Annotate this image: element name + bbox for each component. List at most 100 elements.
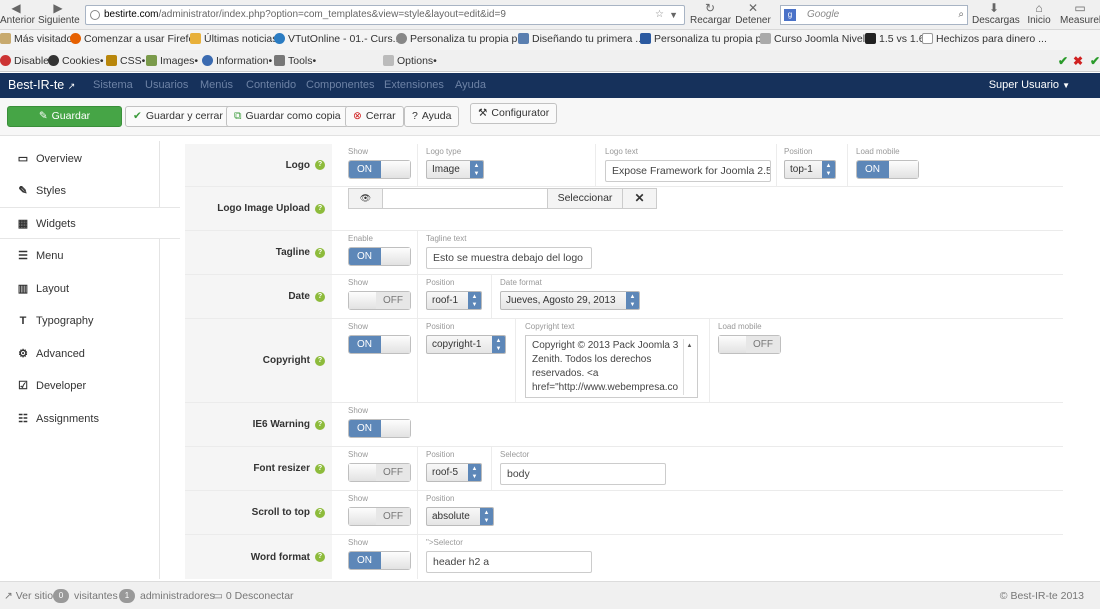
tagline-text-input[interactable]: Esto se muestra debajo del logo [426, 247, 592, 269]
help-icon[interactable]: ? [315, 160, 325, 170]
date-show-toggle[interactable]: OFF [348, 291, 411, 310]
stop-button[interactable]: ✕ Detener [735, 1, 771, 26]
clear-icon[interactable]: ✕ [623, 189, 656, 208]
close-button[interactable]: ⊗ Cerrar [345, 106, 404, 127]
bookmark-item[interactable]: VTutOnline - 01.- Curs... [274, 33, 401, 45]
logo-path-input[interactable] [384, 189, 547, 208]
scroll-top-position-select[interactable]: absolute ▲ ▼ [426, 507, 494, 526]
menu-contenido[interactable]: Contenido [246, 79, 296, 91]
toolbar-cookies[interactable]: Cookies• [48, 55, 104, 67]
check-icon[interactable]: ✔ [1058, 54, 1068, 68]
sidebar-item-overview[interactable]: ▭ Overview [0, 143, 180, 175]
logo-text-input[interactable]: Expose Framework for Joomla 2.5 [605, 160, 771, 182]
help-icon[interactable]: ? [315, 463, 325, 474]
logout-link[interactable]: ▭ 0 Desconectar [213, 590, 294, 602]
textarea-scrollbar[interactable]: ▲▼ [683, 339, 695, 395]
sidebar-item-assignments[interactable]: ☷ Assignments [0, 403, 180, 435]
bookmark-item[interactable]: Últimas noticias [190, 33, 278, 45]
logo-mobile-toggle[interactable]: ON [856, 160, 919, 179]
sidebar-item-developer[interactable]: ☑ Developer [0, 370, 180, 402]
copyright-textarea[interactable]: Copyright © 2013 Pack Joomla 3 Zenith. T… [525, 335, 698, 398]
menu-componentes[interactable]: Componentes [306, 79, 375, 91]
copyright-show-toggle[interactable]: ON [348, 335, 411, 354]
menu-usuarios[interactable]: Usuarios [145, 79, 188, 91]
help-icon[interactable]: ? [315, 419, 325, 430]
admins-label: administradores [140, 590, 215, 602]
copyright-position-select[interactable]: copyright-1 ▲ ▼ [426, 335, 506, 354]
date-position-select[interactable]: roof-1 ▲ ▼ [426, 291, 482, 310]
select-file-button[interactable]: Seleccionar [547, 189, 623, 208]
toolbar-disable[interactable]: Disable• [0, 55, 53, 67]
help-icon[interactable]: ? [315, 355, 325, 366]
search-box[interactable]: g Google ⌕ [780, 5, 968, 25]
sidebar-item-menu[interactable]: ☰ Menu [0, 240, 180, 272]
bookmark-item[interactable]: Personaliza tu propia p... [640, 33, 770, 45]
toolbar-options[interactable]: Options• [383, 55, 437, 67]
sidebar-item-advanced[interactable]: ⚙ Advanced [0, 338, 180, 370]
site-brand[interactable]: Best-IR-te ↗ [8, 78, 75, 92]
bookmark-item[interactable]: Más visitados [0, 33, 78, 45]
save-button[interactable]: ✎ Guardar [7, 106, 122, 127]
font-resizer-selector-input[interactable]: body [500, 463, 666, 485]
preview-eye-icon[interactable]: 👁 [349, 189, 383, 208]
menu-extensiones[interactable]: Extensiones [384, 79, 444, 91]
menu-sistema[interactable]: Sistema [93, 79, 133, 91]
bookmark-item[interactable]: Curso Joomla Nivel 1 [760, 33, 874, 45]
url-dropdown-icon[interactable]: ▼ [669, 6, 678, 24]
help-icon[interactable]: ? [315, 552, 325, 562]
save-copy-button[interactable]: ⧉ Guardar como copia [226, 106, 349, 127]
scroll-top-show-toggle[interactable]: OFF [348, 507, 411, 526]
font-resizer-show-toggle[interactable]: OFF [348, 463, 411, 482]
tools-icon [274, 55, 285, 66]
menu-menus[interactable]: Menús [200, 79, 233, 91]
error-icon[interactable]: ✖ [1073, 54, 1083, 68]
help-icon[interactable]: ? [315, 203, 325, 214]
sidebar-item-typography[interactable]: T Typography [0, 305, 180, 337]
bookmark-item[interactable]: Hechizos para dinero ... [922, 33, 1047, 45]
downloads-button[interactable]: ⬇ Descargas [972, 1, 1020, 26]
bookmark-item[interactable]: Comenzar a usar Firefox [70, 33, 200, 45]
word-format-selector-field: ">Selector header h2 a [426, 538, 592, 573]
toolbar-tools[interactable]: Tools• [274, 55, 316, 67]
bookmark-item[interactable]: Diseñando tu primera ... [518, 33, 644, 45]
help-icon[interactable]: ? [315, 291, 325, 302]
sidebar-item-layout[interactable]: ▥ Layout [0, 273, 180, 305]
back-button[interactable]: ◀ Anterior [0, 1, 35, 26]
view-site-link[interactable]: ↗ Ver sitio [4, 590, 53, 602]
help-button[interactable]: ? Ayuda [404, 106, 460, 127]
logo-position-select[interactable]: top-1 ▲ ▼ [784, 160, 836, 179]
save-close-button[interactable]: ✔ Guardar y cerrar [125, 106, 231, 127]
home-button[interactable]: ⌂ Inicio [1024, 1, 1054, 26]
sidebar-item-widgets[interactable]: ▦ Widgets [0, 207, 180, 239]
date-format-select[interactable]: Jueves, Agosto 29, 2013 ▲ ▼ [500, 291, 640, 310]
ie6-show-toggle[interactable]: ON [348, 419, 411, 438]
help-icon[interactable]: ? [315, 507, 325, 518]
tagline-enable-toggle[interactable]: ON [348, 247, 411, 266]
bookmark-item[interactable]: 1.5 vs 1.6 [865, 33, 925, 45]
search-icon[interactable]: ⌕ [958, 6, 964, 24]
menu-ayuda[interactable]: Ayuda [455, 79, 486, 91]
copyright-position-field: Position copyright-1 ▲ ▼ [426, 322, 506, 354]
word-format-selector-input[interactable]: header h2 a [426, 551, 592, 573]
logo-show-toggle[interactable]: ON [348, 160, 411, 179]
date-show-field: Show OFF [348, 278, 411, 310]
logo-type-select[interactable]: Image ▲ ▼ [426, 160, 484, 179]
user-menu[interactable]: Super Usuario ▼ [989, 79, 1070, 91]
configurator-button[interactable]: ⚒ Configurator [470, 103, 558, 124]
toolbar-information[interactable]: Information• [202, 55, 272, 67]
check-icon[interactable]: ✔ [1090, 54, 1100, 68]
bookmark-star-icon[interactable]: ☆ [655, 6, 664, 24]
measure-button[interactable]: ▭ Measurel [1060, 1, 1100, 26]
url-bar[interactable]: bestirte.com/administrator/index.php?opt… [85, 5, 685, 25]
site-icon [640, 33, 651, 44]
font-resizer-position-select[interactable]: roof-5 ▲ ▼ [426, 463, 482, 482]
help-icon[interactable]: ? [315, 247, 325, 258]
bookmark-item[interactable]: Personaliza tu propia p... [396, 33, 526, 45]
toolbar-css[interactable]: CSS• [106, 55, 145, 67]
forward-button[interactable]: ▶ Siguiente [38, 1, 80, 26]
sidebar-item-styles[interactable]: ✎ Styles [0, 175, 180, 207]
reload-button[interactable]: ↻ Recargar [690, 1, 731, 26]
copyright-mobile-toggle[interactable]: OFF [718, 335, 781, 354]
word-format-show-toggle[interactable]: ON [348, 551, 411, 570]
toolbar-images[interactable]: Images• [146, 55, 198, 67]
